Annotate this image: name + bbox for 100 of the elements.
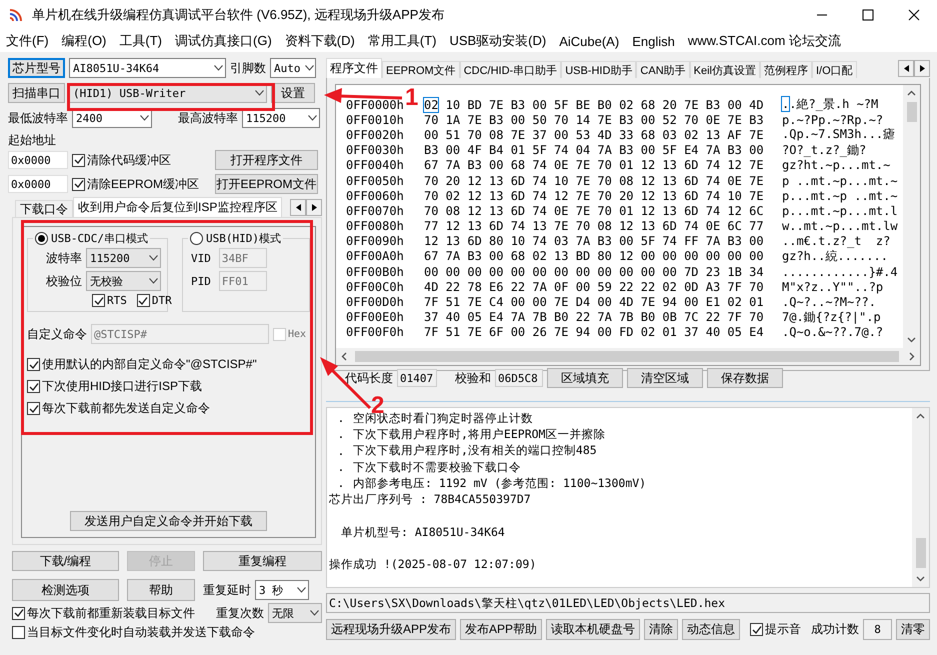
hex-bytes: 70 02 12 13 6D 74 12 7E 70 20 12 13 6D 74 10 7E [424, 188, 765, 203]
maximize-icon[interactable] [862, 9, 874, 21]
caret-icon [304, 65, 314, 71]
caret-icon [214, 65, 223, 71]
tab[interactable]: CDC/HID-串口助手 [460, 61, 562, 78]
tab[interactable]: 下载口令 [15, 200, 73, 217]
file-path-field[interactable]: C:\Users\SX\Downloads\擎天柱\qtz\01LED\LED\Objects\LED.hex [326, 593, 930, 613]
scrollbar[interactable] [336, 348, 920, 365]
checkbox[interactable] [27, 402, 40, 415]
hex-bytes: 67 7A B3 00 68 02 13 BD 80 12 00 00 00 00 00 00 [424, 249, 765, 264]
tab[interactable]: CAN助手 [636, 61, 690, 78]
action-button[interactable]: 帮助 [127, 579, 195, 601]
code-length-field: 01407 [397, 369, 437, 387]
checkbox-label: 每次下载前都先发送自定义命令 [42, 400, 210, 417]
hex-bytes: 7F 51 7E 6F 00 26 7E 94 00 FD 02 01 37 40 05 E4 [424, 325, 765, 340]
arrow-right-icon[interactable] [312, 204, 316, 211]
checkbox[interactable] [750, 623, 764, 636]
dropdown[interactable]: 无校验 [86, 271, 161, 291]
menu-item[interactable]: USB驱动安装(D) [449, 32, 546, 50]
checkbox-label: 使用默认的内部自定义命令"@STCISP#" [42, 356, 257, 373]
tab[interactable]: USB-HID助手 [561, 61, 636, 78]
send-command-button[interactable]: 发送用户自定义命令并开始下载 [70, 511, 267, 531]
hex-bytes: 70 1A 7E B3 00 50 70 14 7E B3 00 52 70 0E 7E B3 [424, 112, 765, 127]
dropdown[interactable]: 115200 [242, 108, 320, 128]
checkbox[interactable] [136, 294, 150, 307]
checkbox[interactable] [27, 358, 40, 371]
button[interactable]: 区域填充 [547, 368, 623, 388]
arrow-left-icon [340, 352, 349, 361]
menu-item[interactable]: 工具(T) [119, 32, 162, 50]
dropdown[interactable]: 115200 [86, 248, 161, 268]
menu-item[interactable]: 常用工具(T) [368, 32, 436, 50]
field-label: 校验和 [455, 370, 491, 386]
button[interactable]: 动态信息 [682, 619, 740, 640]
checkbox[interactable] [27, 380, 40, 393]
button[interactable]: 清空区域 [627, 368, 703, 388]
checkbox[interactable] [12, 626, 25, 639]
scan-port-button[interactable]: 扫描串口 [8, 83, 65, 103]
menu-item[interactable]: 调试仿真接口(G) [175, 32, 272, 50]
checkbox-label: Hex [288, 328, 306, 340]
menu-item[interactable]: English [632, 34, 675, 48]
button[interactable]: 清除 [644, 619, 678, 640]
checkbox[interactable] [72, 178, 85, 190]
hex-bytes: 00 51 70 08 7E 37 00 53 4D 33 68 03 02 13 AF 7E [424, 128, 765, 142]
tab[interactable]: Keil仿真设置 [690, 61, 760, 78]
dropdown[interactable]: Auto [270, 58, 316, 78]
button[interactable]: 保存数据 [707, 368, 783, 388]
menu-item[interactable]: AiCube(A) [559, 34, 620, 48]
menu-item[interactable]: www.STCAI.com 论坛交流 [688, 32, 841, 50]
bullet: . [336, 476, 346, 490]
action-button[interactable]: 下载/编程 [12, 551, 119, 571]
checkbox[interactable] [12, 606, 25, 620]
scrollbar-thumb[interactable] [916, 538, 926, 568]
hex-ascii: .Q~o.&~??.7@.? [782, 325, 884, 340]
radio-button[interactable] [35, 232, 48, 244]
settings-button[interactable]: 设置 [271, 83, 315, 103]
address-field[interactable]: 0x0000 [8, 151, 68, 169]
arrow-left-icon[interactable] [296, 204, 300, 211]
hex-ascii: p...mt.~p ..mt.~ [782, 188, 898, 203]
menu-item[interactable]: 编程(O) [62, 32, 106, 50]
checkbox[interactable] [72, 154, 85, 166]
address-field[interactable]: 0x0000 [8, 175, 68, 193]
scrollbar-thumb[interactable] [906, 102, 916, 122]
menu-item[interactable]: 文件(F) [6, 32, 49, 50]
log-line: 单片机型号: AI8051U-34K64 [341, 524, 505, 540]
bullet: . [336, 460, 346, 474]
action-button[interactable]: 检测选项 [12, 579, 119, 601]
caret-icon [149, 278, 158, 284]
hex-ascii: p...mt.~p...mt.l [782, 204, 898, 218]
menu-item[interactable]: 资料下载(D) [284, 32, 355, 50]
checkbox[interactable] [92, 294, 105, 307]
tab[interactable]: EEPROM文件 [382, 61, 460, 78]
button[interactable]: 发布APP帮助 [460, 619, 542, 640]
open-file-button[interactable]: 打开EEPROM文件 [215, 174, 318, 194]
scrollbar[interactable] [912, 408, 929, 587]
button[interactable]: 远程现场升级APP发布 [326, 619, 456, 640]
checkbox-label: DTR [152, 294, 172, 307]
reset-button[interactable]: 清零 [896, 619, 930, 640]
signal-icon [8, 7, 24, 23]
dropdown[interactable]: 无限 [268, 603, 322, 623]
tab[interactable]: 收到用户命令后复位到ISP监控程序区 [73, 197, 282, 217]
chip-model-button[interactable]: 芯片型号 [8, 58, 65, 78]
open-file-button[interactable]: 打开程序文件 [215, 150, 318, 170]
dropdown[interactable]: AI8051U-34K64 [69, 58, 226, 78]
arrow-left-icon[interactable] [904, 65, 908, 72]
hex-bytes: 02 10 BD 7E B3 00 5F BE B0 02 68 20 7E B3 00 4D [424, 98, 765, 112]
arrow-right-icon[interactable] [920, 65, 924, 72]
hex-bytes: 4D 22 78 E6 22 7A 0F 00 59 22 22 02 0D A3 7F 70 [424, 280, 765, 294]
caret-icon [308, 115, 317, 121]
dropdown[interactable]: 3 秒 [255, 580, 309, 600]
close-icon[interactable] [908, 9, 920, 21]
action-button[interactable]: 重复编程 [203, 551, 322, 571]
hex-bytes: 7F 51 7E C4 00 00 7E D4 00 4D 7E 94 00 E1 02 01 [424, 295, 765, 310]
hex-address: 0FF0030h [346, 143, 405, 158]
button[interactable]: 读取本机硬盘号 [546, 619, 640, 640]
tab[interactable]: I/O口配 [812, 61, 857, 78]
tab[interactable]: 程序文件 [326, 58, 382, 78]
scrollbar-thumb[interactable] [355, 351, 899, 362]
scrollbar[interactable] [903, 85, 920, 348]
tab[interactable]: 范例程序 [760, 61, 812, 78]
hex-ascii: p ..mt.~p...mt.~ [782, 174, 898, 188]
